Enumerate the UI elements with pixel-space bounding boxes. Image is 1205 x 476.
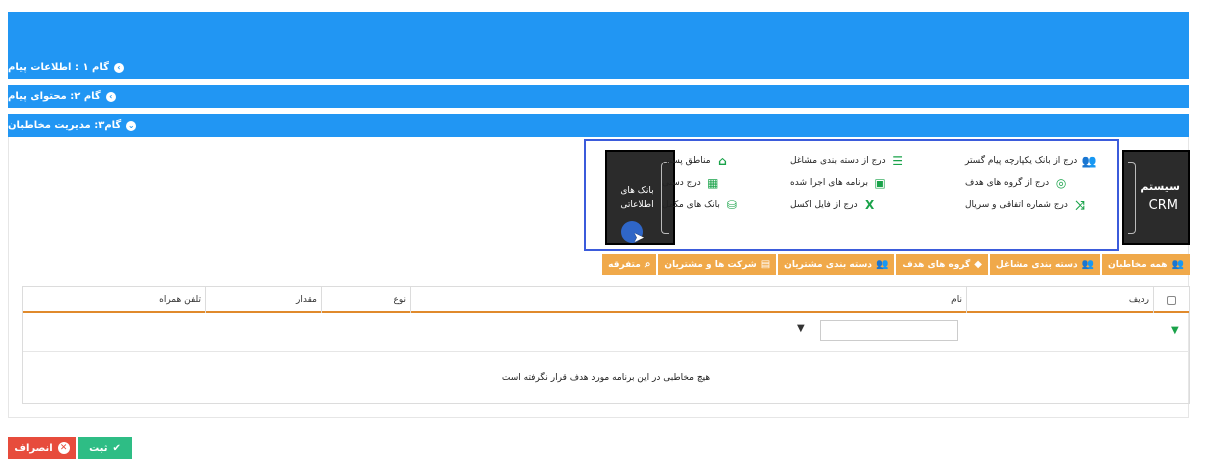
tab-label: همه مخاطبان [1108, 259, 1168, 270]
option-postal-areas[interactable]: ⌂ مناطق پستی [662, 153, 762, 169]
search-icon: ⌕ [644, 259, 651, 270]
users-icon: 👥 [1171, 259, 1184, 270]
option-label: درج از بانک یکپارچه پیام گستر [965, 156, 1078, 166]
option-unified-bank[interactable]: 👥 درج از بانک یکپارچه پیام گستر [965, 153, 1115, 169]
step-2-label: گام ۲: محتوای پیام [8, 91, 101, 102]
contact-tabs: 👥 همه مخاطبان 👥 دسته بندی مشاغل ◆ گروه ه… [577, 254, 1190, 275]
contacts-table: ردیف نام نوع مقدار تلفن همراه ▼ ▼ هیچ مخ… [22, 286, 1190, 404]
option-label: مناطق پستی [662, 156, 711, 166]
step-1-label: گام ۱ : اطلاعات پیام [8, 62, 109, 73]
excel-icon: X [864, 198, 875, 212]
close-icon: ✕ [57, 442, 70, 454]
option-excel-file[interactable]: X درج از فایل اکسل [790, 197, 942, 213]
database-icon: ⛁ [726, 198, 737, 212]
step-1-header[interactable]: › گام ۱ : اطلاعات پیام [8, 56, 1189, 79]
chevron-right-icon: › [113, 62, 124, 73]
header-name: نام [410, 287, 966, 313]
header-select-cell [1153, 287, 1189, 313]
cancel-button[interactable]: ✕ انصراف [8, 437, 76, 459]
keyboard-icon: ▦ [707, 176, 719, 190]
users-icon: 👥 [875, 259, 889, 270]
target-icon: ◎ [1055, 176, 1067, 190]
header-row: ردیف [966, 287, 1153, 313]
header-amount: مقدار [205, 287, 321, 313]
check-icon: ✔ [112, 442, 121, 454]
options-col-mid: ☰ درج از دسته بندی مشاغل ▣ برنامه های اج… [790, 153, 942, 213]
shuffle-icon: ⤨ [1075, 197, 1085, 212]
tab-label: گروه های هدف [902, 259, 971, 270]
tab-label: شرکت ها و مشتریان [664, 259, 757, 270]
location-icon: ⌂ [718, 154, 727, 168]
step-3-header[interactable]: ⌄ گام۳: مدیریت مخاطبان [8, 114, 1189, 137]
users-icon: 👥 [1081, 259, 1095, 270]
empty-message: هیچ مخاطبی در این برنامه مورد هدف قرار ن… [501, 373, 711, 383]
filter-icon[interactable]: ▼ [1171, 325, 1179, 336]
crm-line2: CRM [1148, 198, 1178, 213]
header-mobile: تلفن همراه [159, 295, 201, 305]
option-label: درج شماره اتفاقی و سریال [965, 200, 1068, 210]
options-col-left: ⌂ مناطق پستی ▦ درج دستی ⛁ بانک های مکمل [662, 153, 762, 213]
crm-system-tile[interactable]: سیستم CRM [1122, 150, 1190, 245]
name-filter-input[interactable] [820, 320, 958, 341]
databank-label: بانک های اطلاعاتی [620, 186, 654, 210]
option-label: درج از دسته بندی مشاغل [790, 156, 886, 166]
tab-misc[interactable]: ⌕ متفرقه [602, 254, 657, 275]
tab-companies-customers[interactable]: ▤ شرکت ها و مشتریان [658, 254, 777, 275]
option-manual-entry[interactable]: ▦ درج دستی [662, 175, 762, 191]
option-complementary-banks[interactable]: ⛁ بانک های مکمل [662, 197, 762, 213]
chevron-down-icon: ⌄ [126, 120, 137, 131]
bracket-decoration [1128, 162, 1136, 234]
cancel-label: انصراف [14, 442, 53, 454]
save-button[interactable]: ✔ ثبت [78, 437, 132, 459]
option-random-serial[interactable]: ⤨ درج شماره اتفاقی و سریال [965, 197, 1115, 213]
option-job-categories[interactable]: ☰ درج از دسته بندی مشاغل [790, 153, 942, 169]
select-all-checkbox[interactable] [1167, 295, 1176, 305]
mouse-cursor-icon: ➤ [633, 230, 645, 246]
crm-line1: سیستم [1140, 180, 1180, 193]
table-header: ردیف نام نوع مقدار تلفن همراه [23, 287, 1189, 313]
filter-row: ▼ ▼ [23, 315, 1189, 352]
building-icon: ▤ [760, 259, 771, 270]
option-label: بانک های مکمل [662, 200, 720, 210]
list-icon: ☰ [892, 154, 904, 168]
option-label: برنامه های اجرا شده [790, 178, 868, 188]
diamond-icon: ◆ [974, 259, 982, 270]
tab-all-contacts[interactable]: 👥 همه مخاطبان [1102, 254, 1190, 275]
option-label: درج دستی [662, 178, 701, 188]
users-icon: 👥 [1081, 154, 1097, 168]
option-label: درج از فایل اکسل [790, 200, 858, 210]
filter-funnel-icon[interactable]: ▼ [797, 323, 805, 334]
step-2-header[interactable]: › گام ۲: محتوای پیام [8, 85, 1189, 108]
save-icon: ▣ [874, 176, 886, 190]
chevron-right-icon: › [105, 91, 116, 102]
header-type: نوع [321, 287, 410, 313]
tab-job-categories[interactable]: 👥 دسته بندی مشاغل [989, 254, 1101, 275]
option-label: درج از گروه های هدف [965, 178, 1050, 188]
step-3-label: گام۳: مدیریت مخاطبان [8, 120, 122, 131]
save-label: ثبت [89, 442, 108, 454]
tab-label: دسته بندی مشاغل [995, 259, 1078, 270]
tab-label: متفرقه [608, 259, 641, 270]
tab-label: دسته بندی مشتریان [784, 259, 872, 270]
tab-target-groups[interactable]: ◆ گروه های هدف [896, 254, 988, 275]
option-target-groups[interactable]: ◎ درج از گروه های هدف [965, 175, 1115, 191]
options-col-right: 👥 درج از بانک یکپارچه پیام گستر ◎ درج از… [965, 153, 1115, 213]
tab-customer-categories[interactable]: 👥 دسته بندی مشتریان [778, 254, 895, 275]
option-executed-programs[interactable]: ▣ برنامه های اجرا شده [790, 175, 942, 191]
